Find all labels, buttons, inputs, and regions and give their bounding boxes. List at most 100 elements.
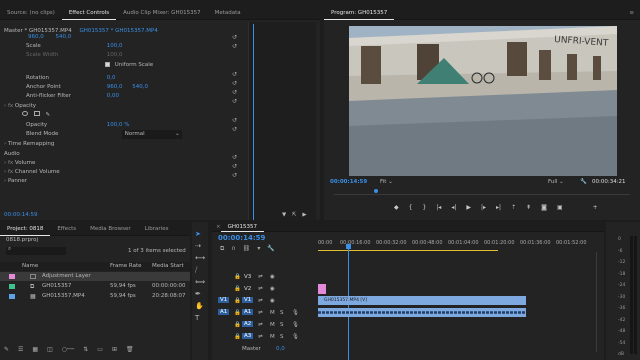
timeline-timecode-value[interactable]: 00:00:14:59 (218, 234, 265, 242)
reset-icon[interactable]: ↺ (232, 33, 240, 42)
hand-icon[interactable]: ✋ (195, 300, 205, 312)
label-color-swatch[interactable] (9, 284, 15, 289)
ec-timecode-value[interactable]: 00:00:14:59 (4, 212, 38, 218)
tab-effects[interactable]: Effects (50, 222, 83, 236)
razor-icon[interactable]: ⧸ (195, 264, 205, 276)
pen-mask-icon[interactable]: ✎ (46, 112, 51, 118)
ripple-edit-icon[interactable]: ⟷ (195, 252, 205, 264)
reset-icon[interactable]: ↺ (232, 42, 240, 51)
reset-icon[interactable]: ↺ (232, 162, 240, 171)
sync-lock-icon[interactable]: ⇌ (258, 286, 263, 292)
work-area-bar[interactable] (318, 250, 498, 251)
go-to-out-icon[interactable]: ▸| (496, 204, 501, 214)
add-marker-icon[interactable]: ▾ (257, 245, 260, 253)
folder-icon[interactable]: ▭ (97, 346, 103, 356)
adjustment-layer-clip[interactable] (318, 284, 326, 294)
lock-icon[interactable]: 🔒 (234, 298, 241, 304)
mute-icon[interactable]: M (270, 310, 275, 316)
opacity-value[interactable]: 100,0 % (107, 122, 130, 128)
panel-menu-icon[interactable]: ≡ (629, 10, 634, 16)
mic-icon[interactable]: 🎙 (292, 322, 299, 328)
snap-icon[interactable]: ∩ (231, 245, 235, 253)
track-label[interactable]: A2 (242, 321, 254, 327)
ec-playhead[interactable] (253, 24, 254, 220)
scale-value[interactable]: 100,0 (107, 43, 123, 49)
eye-icon[interactable]: ◉ (270, 274, 275, 280)
reset-icon[interactable]: ↺ (232, 153, 240, 162)
new-item-icon[interactable]: ⊞ (112, 346, 117, 356)
time-remapping-row[interactable]: › Time Remapping (4, 140, 54, 149)
trash-icon[interactable]: 🗑 (126, 346, 134, 356)
reset-icon[interactable]: ↺ (232, 70, 240, 79)
list-view-icon[interactable]: ☰ (18, 346, 23, 356)
sort-icon[interactable]: ⇅ (83, 346, 88, 356)
tab-libraries[interactable]: Libraries (138, 222, 176, 236)
tab-project[interactable]: Project: 0818 (0, 222, 51, 236)
settings-icon[interactable]: 🔧 (580, 178, 587, 187)
tab-media-browser[interactable]: Media Browser (83, 222, 138, 236)
ec-mini-timeline[interactable] (248, 22, 316, 220)
source-patch-a1[interactable]: A1 (218, 309, 230, 315)
extract-icon[interactable]: ⇞ (526, 204, 531, 214)
time-ruler[interactable]: 00:00 00:00:16:00 00:00:32:00 00:00:48:0… (316, 238, 604, 254)
step-back-icon[interactable]: ◂| (451, 204, 456, 214)
lock-icon[interactable]: 🔒 (234, 334, 241, 340)
program-video-frame[interactable]: UNFRI-VENT (349, 26, 617, 176)
reset-icon[interactable]: ↺ (232, 79, 240, 88)
eye-icon[interactable]: ◉ (270, 298, 275, 304)
label-color-swatch[interactable] (9, 294, 15, 299)
sync-lock-icon[interactable]: ⇌ (258, 274, 263, 280)
play-icon[interactable]: ▶ (466, 204, 471, 214)
out-point-icon[interactable]: } (422, 204, 426, 214)
mute-icon[interactable]: M (270, 334, 275, 340)
program-scrub-bar[interactable] (334, 190, 630, 195)
antiflicker-value[interactable]: 0,00 (107, 93, 119, 99)
uniform-scale-checkbox[interactable] (105, 62, 110, 67)
position-y[interactable]: 540,0 (56, 34, 72, 40)
mute-icon[interactable]: M (270, 322, 275, 328)
step-forward-icon[interactable]: |▸ (481, 204, 486, 214)
volume-row[interactable]: › fx Volume (4, 159, 35, 168)
sequence-tab[interactable]: GH015357 (220, 222, 265, 232)
close-icon[interactable]: × (212, 224, 221, 230)
project-item[interactable]: Adjustment Layer (0, 272, 190, 281)
ec-clip-label[interactable]: GH015357 * GH015357.MP4 (79, 28, 157, 34)
source-patch-v1[interactable]: V1 (218, 297, 230, 303)
export-icon[interactable]: ⇱ (292, 212, 297, 218)
label-color-swatch[interactable] (9, 274, 15, 279)
rect-mask-icon[interactable] (33, 111, 40, 116)
nav-icon[interactable]: ▶ (302, 212, 306, 218)
blend-select[interactable]: Normal ⌄ (121, 130, 182, 139)
wrench-icon[interactable]: 🔧 (267, 245, 274, 253)
pen-icon[interactable]: ✒ (195, 288, 205, 300)
reset-icon[interactable]: ↺ (232, 125, 240, 134)
mic-icon[interactable]: 🎙 (292, 334, 299, 340)
lock-icon[interactable]: 🔒 (234, 310, 241, 316)
column-media-start[interactable]: Media Start (152, 262, 184, 271)
solo-icon[interactable]: S (280, 334, 284, 340)
reset-icon[interactable]: ↺ (232, 116, 240, 125)
program-timecode-value[interactable]: 00:00:14:59 (330, 179, 367, 185)
anchor-y[interactable]: 540,0 (132, 84, 148, 90)
reset-icon[interactable]: ↺ (232, 97, 240, 106)
sync-lock-icon[interactable]: ⇌ (258, 310, 263, 316)
program-title[interactable]: Program: GH015357 (324, 6, 395, 20)
lock-icon[interactable]: 🔒 (234, 322, 241, 328)
ellipse-mask-icon[interactable] (22, 111, 28, 116)
sync-lock-icon[interactable]: ⇌ (258, 298, 263, 304)
sync-lock-icon[interactable]: ⇌ (258, 334, 263, 340)
add-button-icon[interactable]: + (593, 204, 598, 214)
project-item[interactable]: ▦ GH015357.MP4 59,94 fps 20:28:08:07 (0, 292, 190, 301)
opacity-section[interactable]: › fx Opacity (4, 102, 36, 111)
project-item[interactable]: ⧉ GH015357 59,94 fps 00:00:00:00 (0, 282, 190, 291)
sync-lock-icon[interactable]: ⇌ (258, 322, 263, 328)
fit-select[interactable]: Fit ⌄ (380, 178, 393, 187)
in-point-icon[interactable]: { (409, 204, 413, 214)
audio-clip[interactable] (318, 308, 526, 317)
master-value[interactable]: 0,0 (276, 346, 285, 352)
zoom-slider-icon[interactable]: ○── (62, 346, 74, 356)
lock-icon[interactable]: 🔒 (234, 286, 241, 292)
icon-view-icon[interactable]: ▦ (32, 346, 38, 356)
video-clip[interactable]: GH015357.MP4 [V] (318, 296, 526, 305)
go-to-in-icon[interactable]: |◂ (436, 204, 441, 214)
